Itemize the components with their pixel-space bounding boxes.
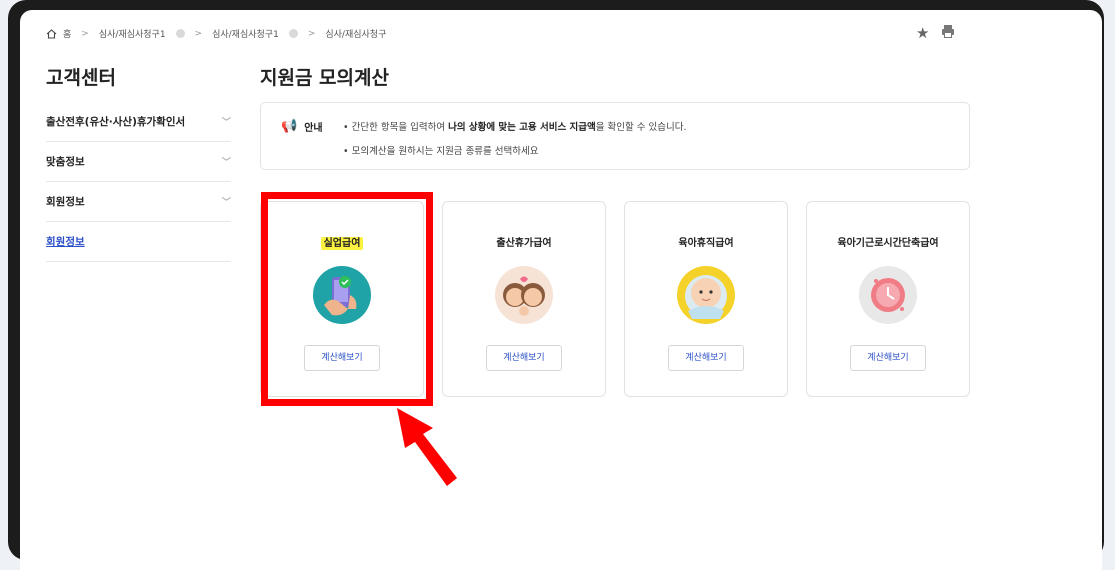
notice-text-part: • 간단한 항목을 입력하여 — [343, 122, 449, 133]
benefit-card-childcare-leave[interactable]: 육아휴직급여 계산해보기 — [624, 201, 788, 397]
sidebar-item-custom-info[interactable]: 맞춤정보 ﹀ — [46, 142, 231, 182]
notice-text-bold: 나의 상황에 맞는 고용 서비스 지급액 — [448, 122, 596, 133]
card-title: 실업급여 — [320, 237, 364, 250]
chevron-down-icon: ﹀ — [221, 118, 231, 128]
sidebar-item-label: 회원정보 — [46, 196, 85, 208]
calculate-button[interactable]: 계산해보기 — [304, 345, 380, 371]
notice-line-2: • 모의계산을 원하시는 지원금 종류를 선택하세요 — [343, 146, 539, 157]
chevron-down-icon: ﹀ — [221, 198, 231, 208]
sidebar-title: 고객센터 — [46, 67, 116, 89]
megaphone-icon: 📢 — [281, 119, 298, 134]
star-icon[interactable]: ★ — [916, 24, 929, 42]
sidebar-item-member-info-link[interactable]: 회원정보 — [46, 222, 231, 262]
home-icon[interactable] — [46, 28, 57, 39]
browser-screen: 홈 > 심사/재심사청구1 > 심사/재심사청구1 > 심사/재심사청구 ★ 고… — [20, 10, 1102, 570]
notice-line-1: • 간단한 항목을 입력하여 나의 상황에 맞는 고용 서비스 지급액을 확인할… — [343, 119, 686, 143]
sidebar-item-maternity-leave[interactable]: 출산전후(유산·사산)휴가확인서 ﹀ — [46, 102, 231, 142]
breadcrumb-item[interactable]: 심사/재심사청구1 — [212, 27, 279, 40]
phone-hand-icon — [312, 265, 372, 325]
benefit-card-maternity-leave[interactable]: 출산휴가급여 계산해보기 — [442, 201, 606, 397]
page-tools: ★ — [916, 24, 955, 42]
notice-text: • 간단한 항목을 입력하여 나의 상황에 맞는 고용 서비스 지급액을 확인할… — [343, 119, 686, 167]
notice-label: 안내 — [304, 123, 323, 134]
breadcrumb-current: 심사/재심사청구 — [325, 30, 387, 40]
benefit-card-unemployment[interactable]: 실업급여 계산해보기 — [260, 201, 424, 397]
chevron-right-icon: > — [81, 28, 89, 39]
card-title-wrap: 실업급여 — [261, 234, 423, 250]
card-title: 출산휴가급여 — [496, 238, 552, 249]
page-title: 지원금 모의계산 — [260, 67, 389, 89]
calculate-button[interactable]: 계산해보기 — [486, 345, 562, 371]
notice-header: 📢 안내 — [281, 119, 323, 134]
print-icon[interactable] — [941, 24, 955, 42]
sidebar-item-label: 출산전후(유산·사산)휴가확인서 — [46, 116, 186, 128]
breadcrumb-item[interactable]: 심사/재심사청구1 — [99, 27, 166, 40]
clock-icon — [858, 265, 918, 325]
sidebar-item-label: 회원정보 — [46, 236, 85, 248]
dropdown-icon[interactable] — [288, 29, 298, 38]
sidebar-item-label: 맞춤정보 — [46, 156, 85, 168]
dropdown-icon[interactable] — [175, 29, 185, 38]
notice-text-part: 을 확인할 수 있습니다. — [595, 122, 687, 133]
benefit-card-reduced-hours[interactable]: 육아기근로시간단축급여 계산해보기 — [806, 201, 970, 397]
breadcrumb-home[interactable]: 홈 — [63, 27, 71, 40]
parents-icon — [494, 265, 554, 325]
card-title: 육아기근로시간단축급여 — [837, 238, 939, 249]
sidebar-item-member-info[interactable]: 회원정보 ﹀ — [46, 182, 231, 222]
annotation-arrow-icon — [397, 408, 457, 486]
chevron-right-icon: > — [307, 28, 316, 39]
chevron-right-icon: > — [194, 28, 203, 39]
notice-box: 📢 안내 • 간단한 항목을 입력하여 나의 상황에 맞는 고용 서비스 지급액… — [260, 102, 970, 170]
sidebar-menu: 출산전후(유산·사산)휴가확인서 ﹀ 맞춤정보 ﹀ 회원정보 ﹀ 회원정보 — [46, 102, 231, 262]
breadcrumb: 홈 > 심사/재심사청구1 > 심사/재심사청구1 > 심사/재심사청구 — [46, 27, 386, 40]
baby-icon — [676, 265, 736, 325]
calculate-button[interactable]: 계산해보기 — [668, 345, 744, 371]
chevron-down-icon: ﹀ — [221, 158, 231, 168]
card-title: 육아휴직급여 — [678, 238, 734, 249]
calculate-button[interactable]: 계산해보기 — [850, 345, 926, 371]
